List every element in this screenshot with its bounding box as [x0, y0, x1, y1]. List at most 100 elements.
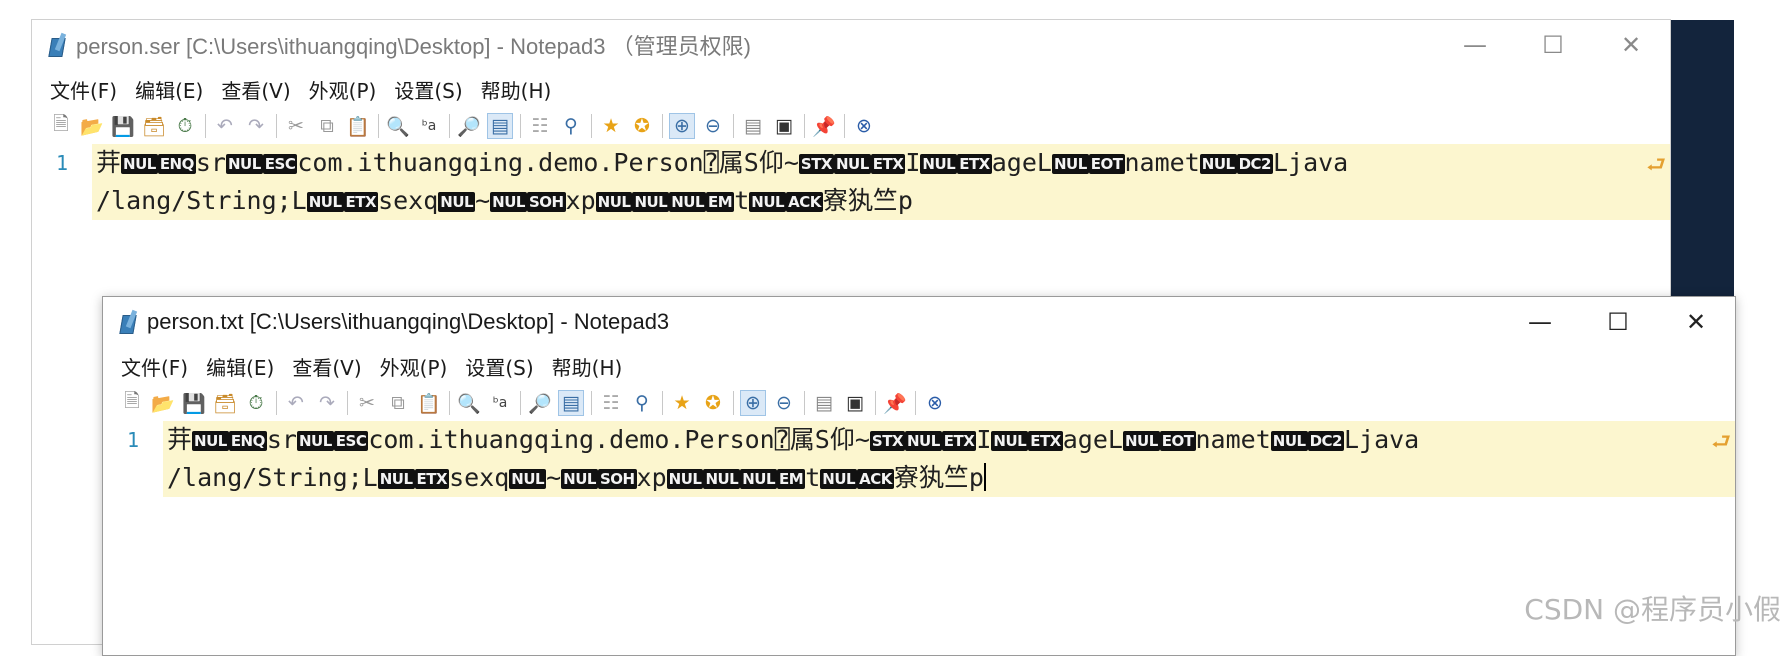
- text-run: /lang/String;L: [167, 463, 378, 492]
- toolbar-separator: [591, 114, 592, 138]
- minimize-button[interactable]: —: [1436, 20, 1514, 70]
- control-char-soh: SOH: [526, 192, 566, 212]
- control-char-nul: NUL: [740, 469, 778, 489]
- find-icon[interactable]: 🔍: [456, 390, 482, 416]
- copy-icon[interactable]: ⧉: [314, 113, 340, 139]
- fullscreen-icon[interactable]: ▣: [771, 113, 797, 139]
- select-icon[interactable]: ☷: [598, 390, 624, 416]
- add-favorite-icon[interactable]: ✪: [629, 113, 655, 139]
- toolbar-separator: [662, 391, 663, 415]
- goto-icon[interactable]: 🔎: [527, 390, 553, 416]
- menu-settings[interactable]: 设置(S): [465, 352, 533, 381]
- new-file-icon[interactable]: 🗎: [119, 390, 145, 416]
- favorite-icon[interactable]: ★: [598, 113, 624, 139]
- save-as-icon[interactable]: 🗃: [141, 113, 167, 139]
- text-caret: [983, 463, 986, 491]
- text-run: sr: [266, 425, 297, 454]
- toolbar-separator: [733, 391, 734, 415]
- toolbar-separator: [733, 114, 734, 138]
- exit-icon[interactable]: ⊗: [922, 390, 948, 416]
- zoom-in-icon[interactable]: ⊕: [740, 390, 766, 416]
- pin-icon[interactable]: 📌: [811, 113, 837, 139]
- menu-file[interactable]: 文件(F): [50, 75, 117, 104]
- find-next-icon[interactable]: ⚲: [629, 390, 655, 416]
- menu-help[interactable]: 帮助(H): [481, 75, 552, 104]
- toolbar: 🗎 📂 💾 🗃 ⏱ ↶ ↷ ✂ ⧉ 📋 🔍 ᵇa 🔎 ▤ ☷ ⚲ ★ ✪ ⊕ ⊖…: [32, 108, 1670, 144]
- control-char-nul: NUL: [225, 154, 263, 174]
- text-row: /lang/String;L NUL ETXsexq NUL~ NUL SOHxp NUL N…: [167, 459, 1709, 497]
- control-char-nul: NUL: [296, 431, 334, 451]
- text-run: 寮犱竺p: [893, 463, 984, 492]
- menu-file[interactable]: 文件(F): [121, 352, 188, 381]
- text-row: 茾 NUL ENQsr NUL ESCcom.ithuangqing.demo.Pers…: [96, 144, 1644, 182]
- text-run: sexq: [378, 186, 439, 215]
- menu-view[interactable]: 查看(V): [292, 352, 361, 381]
- word-wrap-icon[interactable]: ▤: [487, 113, 513, 139]
- control-char-eot: EOT: [1088, 154, 1125, 174]
- replace-icon[interactable]: ᵇa: [416, 113, 442, 139]
- maximize-button[interactable]: ☐: [1579, 297, 1657, 347]
- title-bar[interactable]: person.ser [C:\Users\ithuangqing\Desktop…: [32, 20, 1670, 70]
- favorite-icon[interactable]: ★: [669, 390, 695, 416]
- undo-icon[interactable]: ↶: [212, 113, 238, 139]
- control-char-dc2: DC2: [1307, 431, 1344, 451]
- open-folder-icon[interactable]: 📂: [79, 113, 105, 139]
- save-as-icon[interactable]: 🗃: [212, 390, 238, 416]
- scheme-icon[interactable]: ▤: [740, 113, 766, 139]
- menu-settings[interactable]: 设置(S): [394, 75, 462, 104]
- line-number: 1: [126, 428, 140, 452]
- control-char-nul: NUL: [306, 192, 344, 212]
- paste-icon[interactable]: 📋: [416, 390, 442, 416]
- open-folder-icon[interactable]: 📂: [150, 390, 176, 416]
- code-area[interactable]: 茾 NUL ENQsr NUL ESCcom.ithuangqing.demo.Pers…: [96, 144, 1644, 220]
- close-button[interactable]: ✕: [1592, 20, 1670, 70]
- revert-icon[interactable]: ⏱: [172, 113, 198, 139]
- save-icon[interactable]: 💾: [110, 113, 136, 139]
- title-bar[interactable]: person.txt [C:\Users\ithuangqing\Desktop…: [103, 297, 1735, 347]
- menu-view[interactable]: 查看(V): [221, 75, 290, 104]
- redo-icon[interactable]: ↷: [243, 113, 269, 139]
- new-file-icon[interactable]: 🗎: [48, 113, 74, 139]
- word-wrap-icon[interactable]: ▤: [558, 390, 584, 416]
- notepad3-app-icon: [119, 309, 139, 334]
- cut-icon[interactable]: ✂: [354, 390, 380, 416]
- menu-edit[interactable]: 编辑(E): [206, 352, 274, 381]
- control-char-ack: ACK: [786, 192, 823, 212]
- toolbar-separator: [347, 391, 348, 415]
- scheme-icon[interactable]: ▤: [811, 390, 837, 416]
- revert-icon[interactable]: ⏱: [243, 390, 269, 416]
- menu-bar: 文件(F) 编辑(E) 查看(V) 外观(P) 设置(S) 帮助(H): [32, 70, 1670, 108]
- zoom-out-icon[interactable]: ⊖: [700, 113, 726, 139]
- zoom-in-icon[interactable]: ⊕: [669, 113, 695, 139]
- save-icon[interactable]: 💾: [181, 390, 207, 416]
- replace-icon[interactable]: ᵇa: [487, 390, 513, 416]
- menu-appearance[interactable]: 外观(P): [309, 75, 377, 104]
- add-favorite-icon[interactable]: ✪: [700, 390, 726, 416]
- exit-icon[interactable]: ⊗: [851, 113, 877, 139]
- cut-icon[interactable]: ✂: [283, 113, 309, 139]
- toolbar-separator: [276, 391, 277, 415]
- close-button[interactable]: ✕: [1657, 297, 1735, 347]
- minimize-button[interactable]: —: [1501, 297, 1579, 347]
- undo-icon[interactable]: ↶: [283, 390, 309, 416]
- select-icon[interactable]: ☷: [527, 113, 553, 139]
- find-icon[interactable]: 🔍: [385, 113, 411, 139]
- pin-icon[interactable]: 📌: [882, 390, 908, 416]
- find-next-icon[interactable]: ⚲: [558, 113, 584, 139]
- redo-icon[interactable]: ↷: [314, 390, 340, 416]
- text-editor[interactable]: 1 茾 NUL ENQsr NUL ESCcom.ithuangqing.demo.Pe…: [103, 421, 1735, 647]
- code-area[interactable]: 茾 NUL ENQsr NUL ESCcom.ithuangqing.demo.Pers…: [167, 421, 1709, 497]
- copy-icon[interactable]: ⧉: [385, 390, 411, 416]
- menu-help[interactable]: 帮助(H): [552, 352, 623, 381]
- menu-appearance[interactable]: 外观(P): [380, 352, 448, 381]
- toolbar-separator: [662, 114, 663, 138]
- maximize-button[interactable]: ☐: [1514, 20, 1592, 70]
- window-title: person.txt [C:\Users\ithuangqing\Desktop…: [147, 309, 670, 334]
- text-run: I: [976, 425, 992, 454]
- control-char-esc: ESC: [333, 431, 369, 451]
- paste-icon[interactable]: 📋: [345, 113, 371, 139]
- fullscreen-icon[interactable]: ▣: [842, 390, 868, 416]
- goto-icon[interactable]: 🔎: [456, 113, 482, 139]
- zoom-out-icon[interactable]: ⊖: [771, 390, 797, 416]
- menu-edit[interactable]: 编辑(E): [135, 75, 203, 104]
